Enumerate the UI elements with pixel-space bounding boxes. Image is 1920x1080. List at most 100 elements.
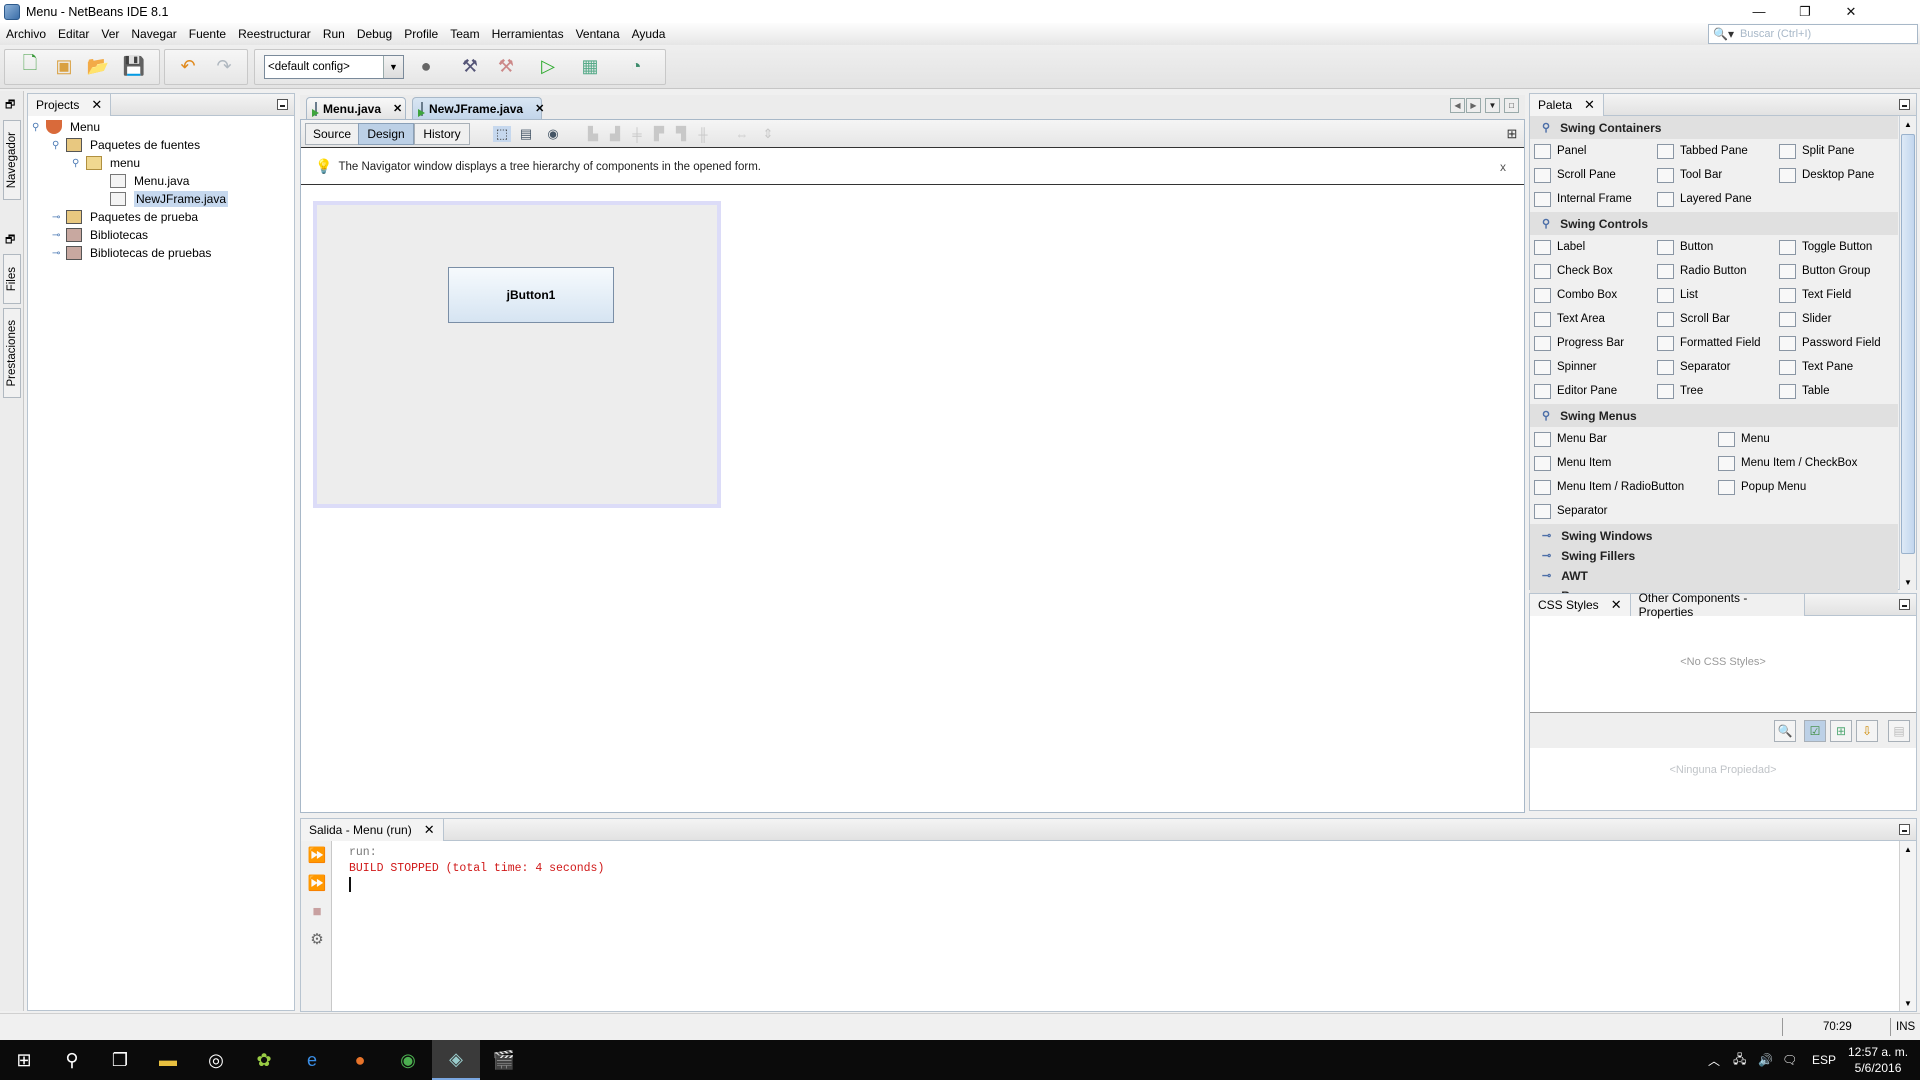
show-opened-documents-button[interactable]: ▼: [1485, 98, 1500, 113]
categorized-view-icon[interactable]: ⊞: [1830, 720, 1852, 742]
output-tab[interactable]: Salida - Menu (run) ✕: [301, 818, 444, 841]
gimp-icon[interactable]: ✿: [240, 1040, 288, 1080]
tree-node[interactable]: Menu: [46, 118, 100, 136]
volume-icon[interactable]: 🔊: [1758, 1040, 1773, 1080]
scroll-tabs-left-button[interactable]: ◀: [1450, 98, 1465, 113]
tree-toggle[interactable]: ⚲: [52, 140, 59, 151]
config-select[interactable]: <default config> ▼: [264, 55, 404, 79]
palette-item[interactable]: Text Area: [1534, 308, 1605, 330]
palette-scrollbar[interactable]: ▲ ▼: [1899, 116, 1916, 590]
close-icon[interactable]: ✕: [1584, 97, 1595, 113]
output-console[interactable]: run: BUILD STOPPED (total time: 4 second…: [349, 845, 604, 898]
palette-item[interactable]: List: [1657, 284, 1698, 306]
resize-horizontal-icon[interactable]: ⇔: [733, 126, 751, 142]
palette-item[interactable]: Label: [1534, 236, 1585, 258]
output-scrollbar[interactable]: ▲ ▼: [1899, 841, 1916, 1011]
menu-ventana[interactable]: Ventana: [576, 27, 620, 41]
file-explorer-icon[interactable]: ▬: [144, 1040, 192, 1080]
palette-item[interactable]: Editor Pane: [1534, 380, 1617, 402]
menu-fuente[interactable]: Fuente: [189, 27, 226, 41]
minimize-panel-button[interactable]: [1899, 99, 1910, 110]
tree-toggle[interactable]: ⊸: [52, 230, 60, 241]
preview-design-icon[interactable]: ◉: [544, 126, 562, 142]
palette-item[interactable]: Button: [1657, 236, 1713, 258]
other-components-properties-tab[interactable]: Other Components - Properties: [1630, 591, 1805, 619]
palette-item[interactable]: Text Field: [1779, 284, 1851, 306]
palette-item[interactable]: Slider: [1779, 308, 1831, 330]
resize-vertical-icon[interactable]: ⇕: [759, 126, 777, 142]
palette-item[interactable]: Panel: [1534, 140, 1586, 162]
menu-ayuda[interactable]: Ayuda: [632, 27, 666, 41]
menu-navegar[interactable]: Navegar: [131, 27, 176, 41]
media-app-icon[interactable]: ◎: [192, 1040, 240, 1080]
tree-toggle[interactable]: ⚲: [32, 122, 39, 133]
maximize-editor-button[interactable]: □: [1504, 98, 1519, 113]
tab-newjframe-java[interactable]: NewJFrame.java ✕: [412, 97, 544, 119]
undo-icon[interactable]: ↶: [176, 54, 200, 78]
selection-mode-icon[interactable]: ⬚: [493, 126, 511, 142]
rerun-with-params-icon[interactable]: ⏩: [307, 873, 327, 893]
palette-item[interactable]: Separator: [1657, 356, 1731, 378]
menu-reestructurar[interactable]: Reestructurar: [238, 27, 311, 41]
jframe-design-surface[interactable]: jButton1: [313, 201, 721, 508]
palette-item[interactable]: Formatted Field: [1657, 332, 1761, 354]
scroll-tabs-right-button[interactable]: ▶: [1466, 98, 1481, 113]
palette-item[interactable]: Scroll Pane: [1534, 164, 1616, 186]
close-icon[interactable]: ✕: [393, 102, 402, 115]
chrome-icon[interactable]: ◉: [384, 1040, 432, 1080]
edge-icon[interactable]: e: [288, 1040, 336, 1080]
palette-item[interactable]: Popup Menu: [1718, 476, 1806, 498]
settings-icon[interactable]: ⚙: [307, 929, 327, 949]
notifications-icon[interactable]: 🗨: [1782, 1040, 1797, 1080]
palette-item[interactable]: Layered Pane: [1657, 188, 1752, 210]
tree-node[interactable]: Bibliotecas de pruebas: [66, 244, 211, 262]
scroll-down-icon[interactable]: ▼: [1900, 574, 1916, 590]
minimize-panel-button[interactable]: [277, 99, 288, 110]
design-view-button[interactable]: Design: [358, 123, 414, 145]
jbutton1-component[interactable]: jButton1: [448, 267, 614, 323]
palette-item[interactable]: Text Pane: [1779, 356, 1853, 378]
palette-item[interactable]: Tabbed Pane: [1657, 140, 1748, 162]
close-icon[interactable]: ✕: [424, 822, 435, 838]
navegador-tab[interactable]: Navegador: [3, 120, 21, 200]
expand-toolbar-icon[interactable]: ⊞: [1503, 126, 1521, 142]
network-icon[interactable]: 🖧: [1733, 1040, 1746, 1080]
palette-item[interactable]: Separator: [1534, 500, 1608, 522]
tree-node[interactable]: menu: [86, 154, 140, 172]
build-icon[interactable]: ⚒: [458, 54, 482, 78]
palette-tab[interactable]: Paleta ✕: [1530, 93, 1604, 116]
connection-mode-icon[interactable]: ▤: [517, 126, 535, 142]
menu-team[interactable]: Team: [450, 27, 479, 41]
close-icon[interactable]: ✕: [91, 97, 102, 113]
movie-maker-icon[interactable]: 🎬: [480, 1040, 528, 1080]
close-icon[interactable]: x: [1500, 160, 1506, 174]
palette-item[interactable]: Desktop Pane: [1779, 164, 1874, 186]
menu-debug[interactable]: Debug: [357, 27, 392, 41]
prestaciones-tab[interactable]: Prestaciones: [3, 308, 21, 398]
palette-item[interactable]: Menu Item / CheckBox: [1718, 452, 1857, 474]
quick-search[interactable]: 🔍▾ Buscar (Ctrl+I): [1708, 24, 1918, 44]
tab-menu-java[interactable]: Menu.java ✕: [306, 97, 406, 119]
palette-item[interactable]: Menu: [1718, 428, 1770, 450]
tree-node[interactable]: Bibliotecas: [66, 226, 148, 244]
center-horizontal-icon[interactable]: ╪: [628, 126, 646, 142]
history-view-button[interactable]: History: [414, 123, 470, 145]
redo-icon[interactable]: ↷: [212, 54, 236, 78]
menu-editar[interactable]: Editar: [58, 27, 89, 41]
new-project-icon[interactable]: ▣: [52, 54, 76, 78]
search-input[interactable]: Buscar (Ctrl+I): [1740, 28, 1811, 40]
menu-herramientas[interactable]: Herramientas: [492, 27, 564, 41]
restore-window-icon[interactable]: 🗗: [5, 231, 15, 250]
tree-node[interactable]: NewJFrame.java: [110, 190, 229, 208]
run-icon[interactable]: ▷: [536, 54, 560, 78]
palette-item[interactable]: Table: [1779, 380, 1830, 402]
language-indicator[interactable]: ESP: [1812, 1040, 1836, 1080]
tree-node[interactable]: Paquetes de fuentes: [66, 136, 200, 154]
palette-item[interactable]: Button Group: [1779, 260, 1870, 282]
start-button[interactable]: ⊞: [0, 1040, 48, 1080]
palette-category[interactable]: ⚲ Swing Menus: [1530, 404, 1898, 427]
palette-item[interactable]: Progress Bar: [1534, 332, 1624, 354]
stop-icon[interactable]: ■: [307, 901, 327, 921]
chevron-down-icon[interactable]: ▼: [383, 56, 403, 78]
search-icon[interactable]: 🔍: [1774, 720, 1796, 742]
